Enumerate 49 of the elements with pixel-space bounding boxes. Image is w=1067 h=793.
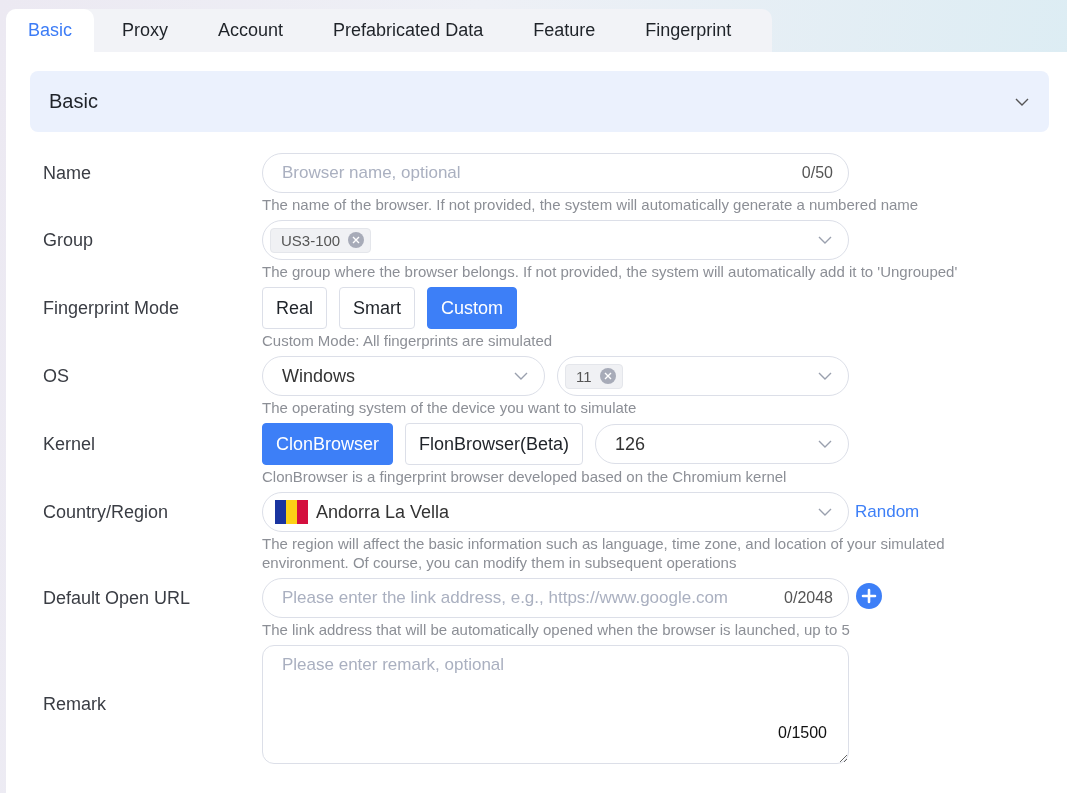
help-text: ClonBrowser is a fingerprint browser developed based on the Chromium kernel (262, 467, 788, 486)
field-label: OS (43, 365, 70, 387)
help-text: Custom Mode: All fingerprints are simulated (262, 331, 554, 350)
char-counter: 0/50 (801, 164, 833, 182)
remove-icon[interactable] (599, 368, 616, 384)
mode-option[interactable]: Smart (339, 287, 416, 329)
char-counter: 0/1500 (778, 724, 827, 742)
mode-option[interactable]: Real (262, 287, 328, 329)
section-title: Basic (49, 90, 98, 113)
tab[interactable]: Prefabricated Data (311, 9, 506, 52)
country-select[interactable]: Andorra La Vella (262, 492, 849, 532)
char-counter: 0/2048 (784, 589, 833, 607)
chevron-down-icon (514, 372, 528, 380)
chevron-down-icon (818, 508, 832, 516)
help-text: The group where the browser belongs. If not provided, the system will automatically add it to 'Ungrouped' (262, 262, 959, 281)
chevron-down-icon (818, 372, 832, 380)
tab[interactable]: Account (196, 9, 306, 52)
help-text: The region will affect the basic information such as language, time zone, and location of your simulated environment. Of course, you can modify them in subsequent operations (262, 534, 946, 572)
field-label: Default Open URL (43, 587, 192, 609)
remove-icon[interactable] (348, 232, 365, 248)
add-icon[interactable] (855, 582, 883, 610)
kernel-option[interactable]: ClonBrowser (262, 423, 394, 465)
tab[interactable]: Basic (6, 9, 94, 52)
chevron-down-icon (818, 440, 832, 448)
tab[interactable]: Proxy (100, 9, 191, 52)
os-select[interactable]: Windows (262, 356, 545, 396)
field-label: Fingerprint Mode (43, 297, 181, 319)
field-label: Name (43, 162, 92, 184)
section-header[interactable]: Basic (30, 71, 1049, 132)
help-text: The operating system of the device you want to simulate (262, 398, 638, 417)
tab[interactable]: Feature (511, 9, 618, 52)
chevron-down-icon (818, 236, 832, 244)
flag-icon (275, 500, 308, 524)
mode-option[interactable]: Custom (427, 287, 518, 329)
chevron-down-icon[interactable] (1015, 97, 1029, 106)
tag-chip[interactable]: US3-100 (270, 227, 372, 253)
help-text: The link address that will be automatically opened when the browser is launched, up to 5 (262, 620, 851, 639)
field-label: Group (43, 229, 95, 251)
tab[interactable]: Fingerprint (623, 9, 754, 52)
kernel-version-select[interactable]: 126 (595, 424, 849, 464)
tag-chip[interactable]: 11 (565, 363, 623, 389)
kernel-option[interactable]: FlonBrowser(Beta) (405, 423, 584, 465)
random-link[interactable]: Random (855, 502, 920, 521)
field-label: Kernel (43, 433, 97, 455)
field-label: Country/Region (43, 501, 170, 523)
group-select[interactable]: US3-100 (262, 220, 849, 260)
field-label: Remark (43, 694, 107, 715)
version-select[interactable]: 11 (557, 356, 849, 396)
help-text: The name of the browser. If not provided, the system will automatically generate a numbered name (262, 195, 920, 214)
